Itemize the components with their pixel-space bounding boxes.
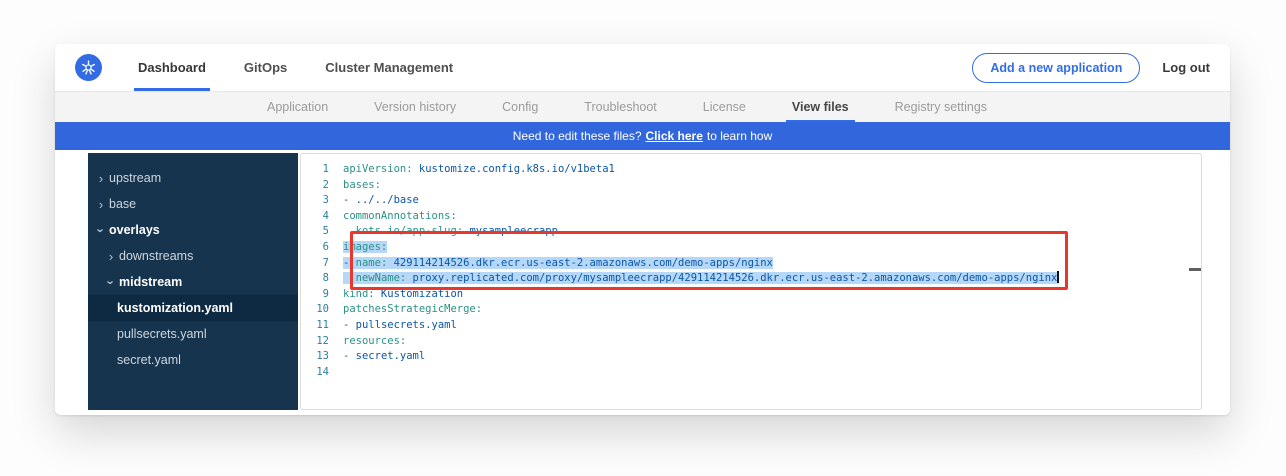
kubernetes-logo-icon (75, 54, 102, 81)
yaml-editor[interactable]: 1apiVersion: kustomize.config.k8s.io/v1b… (300, 153, 1202, 410)
text-cursor (1057, 271, 1059, 283)
code-line-11[interactable]: 11- pullsecrets.yaml (301, 318, 1201, 334)
code-line-6[interactable]: 6images: (301, 240, 1201, 256)
line-number: 10 (301, 302, 343, 318)
code-line-12[interactable]: 12resources: (301, 334, 1201, 350)
code-line-4[interactable]: 4commonAnnotations: (301, 209, 1201, 225)
line-content: kind: Kustomization (343, 287, 463, 303)
tree-item-label: base (109, 197, 136, 211)
chevron-down-icon: › (104, 276, 119, 288)
code-line-8[interactable]: 8 newName: proxy.replicated.com/proxy/my… (301, 271, 1201, 287)
click-here-link[interactable]: Click here (646, 129, 703, 143)
tree-item-label: downstreams (119, 249, 193, 263)
line-number: 12 (301, 334, 343, 350)
tree-item-pullsecrets-yaml[interactable]: pullsecrets.yaml (88, 321, 298, 347)
tab-config[interactable]: Config (502, 92, 538, 122)
header-right: Add a new application Log out (972, 53, 1210, 83)
line-number: 3 (301, 193, 343, 209)
line-content: - secret.yaml (343, 349, 425, 365)
line-number: 7 (301, 256, 343, 272)
top-nav-bar: Dashboard GitOps Cluster Management Add a … (55, 44, 1230, 92)
tab-registry-settings[interactable]: Registry settings (895, 92, 987, 122)
line-content: commonAnnotations: (343, 209, 457, 225)
main-nav: Dashboard GitOps Cluster Management (138, 44, 453, 91)
line-content: - name: 429114214526.dkr.ecr.us-east-2.a… (343, 256, 773, 272)
code-line-13[interactable]: 13- secret.yaml (301, 349, 1201, 365)
code-line-1[interactable]: 1apiVersion: kustomize.config.k8s.io/v1b… (301, 162, 1201, 178)
chevron-right-icon: › (95, 171, 107, 186)
line-content: apiVersion: kustomize.config.k8s.io/v1be… (343, 162, 615, 178)
app-tab-bar: Application Version history Config Troubles… (55, 92, 1230, 122)
line-content: - pullsecrets.yaml (343, 318, 457, 334)
tab-view-files[interactable]: View files (792, 92, 849, 122)
file-tree-sidebar: ›upstream›base›overlays›downstreams›mids… (88, 153, 298, 410)
tab-version-history[interactable]: Version history (374, 92, 456, 122)
code-line-14[interactable]: 14 (301, 365, 1201, 381)
nav-item-gitops[interactable]: GitOps (244, 44, 287, 91)
banner-text-before: Need to edit these files? (513, 129, 642, 143)
line-content: kots.io/app-slug: mysampleecrapp (343, 224, 558, 240)
line-number: 11 (301, 318, 343, 334)
add-new-application-button[interactable]: Add a new application (972, 53, 1140, 83)
line-number: 5 (301, 224, 343, 240)
tree-item-midstream[interactable]: ›midstream (88, 269, 298, 295)
tree-item-base[interactable]: ›base (88, 191, 298, 217)
tree-item-upstream[interactable]: ›upstream (88, 165, 298, 191)
tab-troubleshoot[interactable]: Troubleshoot (584, 92, 657, 122)
line-content: images: (343, 240, 387, 256)
line-number: 2 (301, 178, 343, 194)
line-number: 13 (301, 349, 343, 365)
line-number: 4 (301, 209, 343, 225)
chevron-down-icon: › (94, 224, 109, 236)
tree-item-label: kustomization.yaml (117, 301, 233, 315)
line-number: 8 (301, 271, 343, 287)
line-content: - ../../base (343, 193, 419, 209)
code-line-3[interactable]: 3- ../../base (301, 193, 1201, 209)
tree-item-label: secret.yaml (117, 353, 181, 367)
tree-item-kustomization-yaml[interactable]: kustomization.yaml (88, 295, 298, 321)
line-content: bases: (343, 178, 381, 194)
admin-console-window: Dashboard GitOps Cluster Management Add a … (55, 44, 1230, 415)
code-line-9[interactable]: 9kind: Kustomization (301, 287, 1201, 303)
nav-item-cluster-management[interactable]: Cluster Management (325, 44, 453, 91)
banner-text-after: to learn how (707, 129, 772, 143)
code-area[interactable]: 1apiVersion: kustomize.config.k8s.io/v1b… (301, 154, 1201, 380)
code-line-10[interactable]: 10patchesStrategicMerge: (301, 302, 1201, 318)
tree-item-secret-yaml[interactable]: secret.yaml (88, 347, 298, 373)
line-number: 6 (301, 240, 343, 256)
edit-files-banner: Need to edit these files? Click here to … (55, 122, 1230, 150)
line-number: 14 (301, 365, 343, 381)
code-line-2[interactable]: 2bases: (301, 178, 1201, 194)
tree-item-label: upstream (109, 171, 161, 185)
line-content: resources: (343, 334, 406, 350)
code-line-5[interactable]: 5 kots.io/app-slug: mysampleecrapp (301, 224, 1201, 240)
code-line-7[interactable]: 7- name: 429114214526.dkr.ecr.us-east-2.… (301, 256, 1201, 272)
logout-link[interactable]: Log out (1162, 60, 1210, 75)
line-number: 1 (301, 162, 343, 178)
overview-ruler-cursor-mark (1189, 268, 1202, 271)
view-files-content: ›upstream›base›overlays›downstreams›mids… (55, 150, 1230, 415)
line-number: 9 (301, 287, 343, 303)
tab-license[interactable]: License (703, 92, 746, 122)
tree-item-downstreams[interactable]: ›downstreams (88, 243, 298, 269)
tree-item-overlays[interactable]: ›overlays (88, 217, 298, 243)
tab-application[interactable]: Application (267, 92, 328, 122)
nav-item-dashboard[interactable]: Dashboard (138, 44, 206, 91)
line-content: patchesStrategicMerge: (343, 302, 482, 318)
chevron-right-icon: › (105, 249, 117, 264)
chevron-right-icon: › (95, 197, 107, 212)
line-content: newName: proxy.replicated.com/proxy/mysa… (343, 271, 1059, 287)
tree-item-label: pullsecrets.yaml (117, 327, 207, 341)
tree-item-label: midstream (119, 275, 182, 289)
tree-item-label: overlays (109, 223, 160, 237)
